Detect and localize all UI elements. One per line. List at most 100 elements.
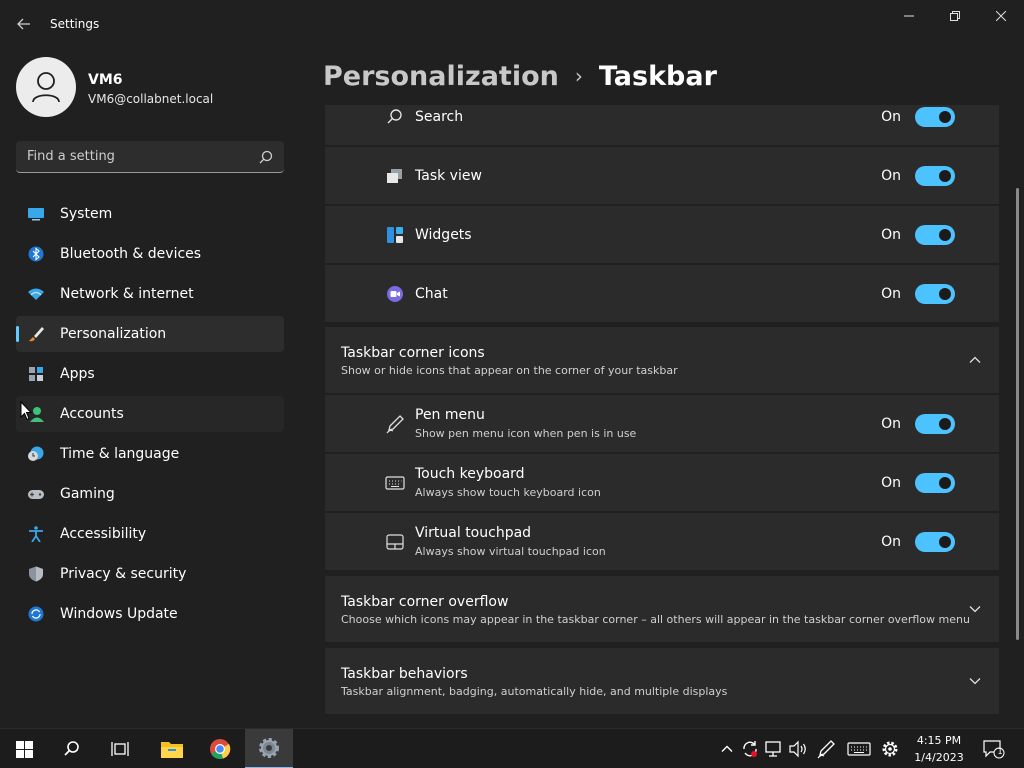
- sidebar-item-privacy-security[interactable]: Privacy & security: [16, 556, 284, 592]
- widgets-icon: [387, 227, 403, 243]
- task-view-toggle[interactable]: [915, 166, 955, 186]
- setting-title: Touch keyboard: [415, 466, 525, 482]
- user-name: VM6: [88, 72, 123, 88]
- search-box: [16, 141, 284, 173]
- sidebar-item-label: Network & internet: [60, 286, 194, 302]
- search-icon[interactable]: [258, 149, 274, 165]
- bluetooth-icon: [28, 246, 44, 262]
- setting-row-chat: Chat On: [325, 265, 999, 322]
- tray-pen-button[interactable]: [816, 739, 836, 759]
- volume-icon: [789, 740, 806, 758]
- setting-title: Chat: [415, 286, 448, 302]
- sidebar-item-apps[interactable]: Apps: [16, 356, 284, 392]
- app-title: Settings: [50, 17, 100, 31]
- task-view-icon: [111, 742, 129, 756]
- sidebar-item-bluetooth[interactable]: Bluetooth & devices: [16, 236, 284, 272]
- maximize-button[interactable]: [932, 0, 978, 32]
- sidebar-item-gaming[interactable]: Gaming: [16, 476, 284, 512]
- expander-behaviors[interactable]: Taskbar behaviors Taskbar alignment, bad…: [325, 648, 999, 714]
- toggle-state-label: On: [881, 416, 901, 432]
- sync-icon: [743, 741, 757, 757]
- search-icon: [387, 109, 402, 124]
- toggle-state-label: On: [881, 475, 901, 491]
- toggle-knob: [939, 418, 951, 430]
- pen-icon: [386, 415, 404, 434]
- clock-date: 1/4/2023: [914, 751, 964, 764]
- chat-icon: [387, 286, 403, 302]
- expander-title: Taskbar behaviors: [341, 666, 468, 682]
- tray-sync-button[interactable]: [740, 739, 760, 759]
- file-explorer-icon: [161, 742, 183, 758]
- clock-globe-icon: [28, 446, 44, 461]
- chevron-down-icon[interactable]: [967, 673, 983, 689]
- sidebar-item-label: Accessibility: [60, 526, 147, 542]
- search-input[interactable]: [16, 141, 252, 172]
- sidebar-item-label: Apps: [60, 366, 95, 382]
- widgets-toggle[interactable]: [915, 225, 955, 245]
- keyboard-icon: [847, 742, 871, 756]
- setting-description: Always show touch keyboard icon: [415, 486, 601, 499]
- sidebar-item-accessibility[interactable]: Accessibility: [16, 516, 284, 552]
- expander-description: Show or hide icons that appear on the co…: [341, 364, 678, 377]
- title-bar: Settings: [0, 0, 1024, 48]
- notifications-button[interactable]: 1: [982, 739, 1006, 759]
- breadcrumb-parent[interactable]: Personalization: [323, 61, 559, 92]
- setting-title: Pen menu: [415, 407, 485, 423]
- vertical-scrollbar[interactable]: [1016, 188, 1019, 640]
- settings-app-button[interactable]: [245, 729, 293, 768]
- tray-volume-button[interactable]: [788, 739, 808, 759]
- sidebar-item-system[interactable]: System: [16, 196, 284, 232]
- expander-corner-icons[interactable]: Taskbar corner icons Show or hide icons …: [325, 327, 999, 393]
- virtual-touchpad-toggle[interactable]: [915, 532, 955, 552]
- setting-row-pen-menu: Pen menu Show pen menu icon when pen is …: [325, 395, 999, 452]
- close-button[interactable]: [978, 0, 1024, 32]
- sidebar-item-personalization[interactable]: Personalization: [16, 316, 284, 352]
- tray-settings-button[interactable]: [880, 739, 900, 759]
- chat-toggle[interactable]: [915, 284, 955, 304]
- back-button[interactable]: [12, 12, 36, 36]
- setting-row-task-view: Task view On: [325, 147, 999, 204]
- tray-network-button[interactable]: [764, 739, 784, 759]
- touch-keyboard-toggle[interactable]: [915, 473, 955, 493]
- setting-row-touch-keyboard: Touch keyboard Always show touch keyboar…: [325, 454, 999, 511]
- chrome-button[interactable]: [196, 729, 244, 768]
- sidebar-item-time-language[interactable]: Time & language: [16, 436, 284, 472]
- sidebar-item-label: System: [60, 206, 113, 222]
- expander-corner-overflow[interactable]: Taskbar corner overflow Choose which ico…: [325, 576, 999, 642]
- chevron-up-icon[interactable]: [967, 352, 983, 368]
- taskbar-task-view-button[interactable]: [96, 729, 144, 768]
- sidebar-item-label: Bluetooth & devices: [60, 246, 202, 262]
- chevron-down-icon[interactable]: [967, 601, 983, 617]
- toggle-state-label: On: [881, 168, 901, 184]
- page-title: Taskbar: [598, 60, 717, 92]
- start-button[interactable]: [0, 729, 48, 768]
- sidebar-item-network[interactable]: Network & internet: [16, 276, 284, 312]
- minimize-button[interactable]: [886, 0, 932, 32]
- file-explorer-button[interactable]: [148, 729, 196, 768]
- paintbrush-icon: [29, 327, 44, 342]
- sidebar-item-windows-update[interactable]: Windows Update: [16, 596, 284, 632]
- chrome-icon: [210, 739, 231, 759]
- expander-title: Taskbar corner icons: [341, 345, 485, 361]
- search-toggle[interactable]: [915, 107, 955, 127]
- tray-keyboard-button[interactable]: [847, 739, 871, 759]
- mouse-cursor-icon: [20, 401, 32, 421]
- sidebar-item-label: Privacy & security: [60, 566, 187, 582]
- touchpad-icon: [386, 534, 404, 550]
- sidebar-item-label: Gaming: [60, 486, 115, 502]
- pen-menu-toggle[interactable]: [915, 414, 955, 434]
- taskbar-search-button[interactable]: [48, 729, 96, 768]
- update-icon: [28, 606, 44, 622]
- taskbar-clock[interactable]: 4:15 PM 1/4/2023: [908, 732, 970, 766]
- toggle-knob: [939, 288, 951, 300]
- sidebar-item-accounts[interactable]: Accounts: [16, 396, 284, 432]
- pen-icon: [817, 740, 835, 759]
- task-view-icon: [387, 169, 402, 183]
- avatar[interactable]: [16, 57, 76, 117]
- setting-row-widgets: Widgets On: [325, 206, 999, 263]
- gear-icon: [882, 741, 898, 757]
- user-icon: [32, 72, 60, 103]
- breadcrumb: Personalization › Taskbar: [323, 56, 717, 96]
- gamepad-icon: [28, 490, 44, 499]
- show-hidden-icons-button[interactable]: [717, 739, 737, 759]
